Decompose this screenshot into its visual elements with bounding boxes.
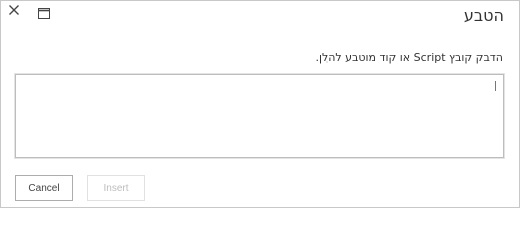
maximize-icon-glyph <box>38 8 50 19</box>
cancel-button[interactable]: Cancel <box>15 175 73 201</box>
embed-dialog: הטבע הדבק קובץ Script או קוד מוטבע להלן.… <box>0 0 520 208</box>
close-icon[interactable] <box>7 3 21 17</box>
decorative-dot <box>326 61 328 63</box>
instruction-text: הדבק קובץ Script או קוד מוטבע להלן. <box>315 51 503 64</box>
text-caret <box>495 81 496 91</box>
embed-code-input[interactable] <box>14 73 505 159</box>
insert-button[interactable]: Insert <box>87 175 145 201</box>
maximize-icon[interactable] <box>38 5 50 19</box>
dialog-title: הטבע <box>463 6 504 25</box>
close-icon-glyph <box>9 5 19 15</box>
